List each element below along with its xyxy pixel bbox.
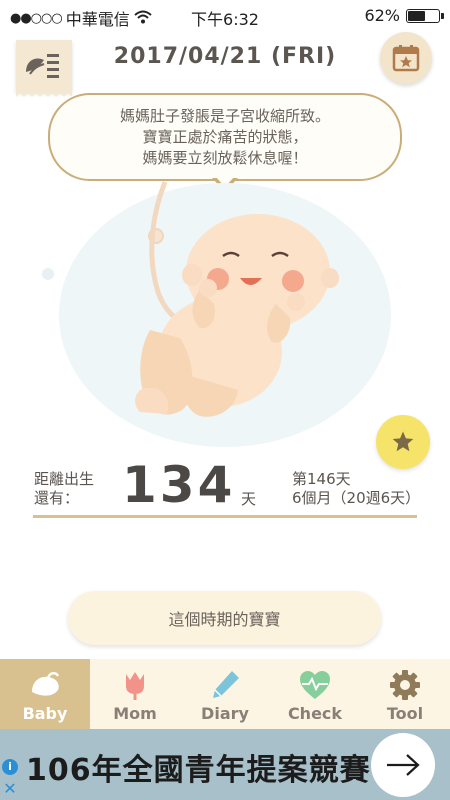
tab-bar: Baby Mom Diary Check Tool — [0, 659, 450, 729]
battery-area: 62% — [364, 6, 444, 25]
status-bar: ●●○○○ 中華電信 下午6:32 62% — [0, 0, 450, 32]
months-weeks: 6個月（20週6天） — [292, 489, 421, 507]
baby-this-period-button[interactable]: 這個時期的寶寶 — [68, 591, 381, 645]
tulip-icon — [126, 672, 144, 700]
tab-mom[interactable]: Mom — [90, 659, 180, 729]
baby-icon — [32, 672, 60, 696]
star-icon — [392, 431, 414, 452]
days-unit: 天 — [241, 490, 257, 508]
tab-label-diary: Diary — [201, 704, 249, 723]
tab-baby[interactable]: Baby — [0, 659, 90, 729]
calendar-button[interactable] — [380, 32, 432, 84]
tab-diary[interactable]: Diary — [180, 659, 270, 729]
arrow-right-icon — [387, 754, 420, 776]
gear-icon — [390, 670, 420, 700]
pen-icon — [213, 671, 239, 698]
pregnancy-progress: 第146天 6個月（20週6天） — [292, 470, 420, 508]
divider — [33, 515, 417, 518]
tab-label-mom: Mom — [113, 704, 157, 723]
countdown-label-line-1: 距離出生 — [34, 470, 95, 488]
battery-icon — [406, 8, 444, 23]
tab-label-check: Check — [287, 704, 343, 723]
countdown-label-line-2: 還有： — [34, 489, 80, 507]
calendar-star-icon — [392, 45, 420, 72]
favorite-star-button[interactable] — [376, 415, 430, 469]
day-index: 第146天 — [292, 470, 351, 488]
close-icon[interactable]: ✕ — [2, 781, 18, 797]
message-line-3: 媽媽要立刻放鬆休息喔！ — [142, 149, 308, 167]
message-bubble: 媽媽肚子發脹是子宮收縮所致。 寶寶正處於痛苦的狀態， 媽媽要立刻放鬆休息喔！ — [48, 93, 402, 181]
baby-illustration[interactable] — [40, 180, 410, 460]
tab-label-tool: Tool — [386, 704, 424, 723]
message-line-2: 寶寶正處於痛苦的狀態， — [142, 128, 308, 146]
tab-check[interactable]: Check — [270, 659, 360, 729]
heartbeat-icon — [300, 671, 330, 699]
ad-text[interactable]: 106年全國青年提案競賽 — [26, 745, 371, 789]
message-line-1: 媽媽肚子發脹是子宮收縮所致。 — [119, 107, 330, 125]
countdown-label: 距離出生 還有： — [34, 470, 114, 508]
ad-arrow-button[interactable] — [371, 733, 435, 797]
days-remaining: 134 — [122, 456, 236, 514]
tab-label-baby: Baby — [22, 704, 68, 723]
tab-tool[interactable]: Tool — [360, 659, 450, 729]
info-icon[interactable]: i — [2, 759, 18, 775]
battery-percent: 62% — [364, 6, 400, 25]
